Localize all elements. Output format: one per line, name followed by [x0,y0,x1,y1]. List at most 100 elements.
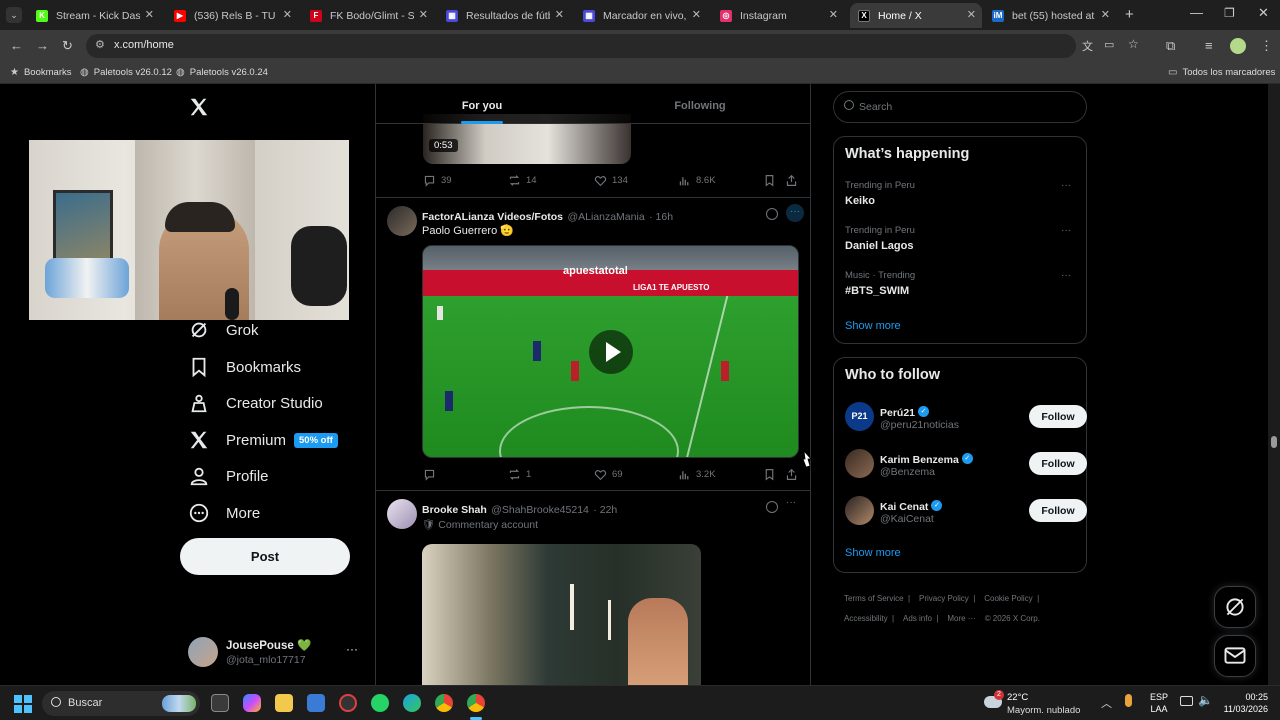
site-info-icon[interactable]: ⚙ [95,38,105,51]
follow-suggestion[interactable]: Karim Benzema ✓ @Benzema Follow [845,447,1087,483]
replies-action[interactable] [423,468,441,481]
post[interactable]: Brooke Shah @ShahBrooke45214 · 22h ··· 🛡… [376,491,810,685]
suggestion-avatar[interactable] [845,496,874,525]
nav-item-bookmarks[interactable]: Bookmarks [188,356,301,378]
grok-floating-button[interactable] [1214,586,1256,628]
address-bar[interactable]: ⚙ x.com/home 文 ▭ ☆ [86,34,1139,58]
close-tab-icon[interactable]: ✕ [555,8,564,21]
language-indicator[interactable]: ESP LAA [1150,691,1168,715]
edge-icon[interactable] [403,694,421,712]
post-button[interactable]: Post [180,538,350,575]
follow-button[interactable]: Follow [1029,452,1087,475]
forward-icon[interactable]: → [36,38,49,53]
reposts-action[interactable]: 1 [508,468,531,481]
back-icon[interactable]: ← [10,38,23,53]
media-control-icon[interactable]: ≡ [1205,38,1213,53]
more-dots-icon[interactable]: ··· [346,642,358,656]
show-more-link[interactable]: Show more [845,320,901,332]
app-icon[interactable] [339,694,357,712]
store-icon[interactable] [307,694,325,712]
ads-info-link[interactable]: Ads info [903,614,932,623]
post[interactable]: FactorALianza Videos/Fotos @ALianzaMania… [376,198,810,488]
search-box[interactable]: Search [833,91,1087,123]
nav-item-grok[interactable]: Grok [188,319,259,341]
close-tab-icon[interactable]: ✕ [419,8,428,21]
bookmark-item[interactable]: ◍ Paletools v26.0.12 [80,67,172,78]
translate-icon[interactable]: 文 [1082,38,1093,54]
tray-overflow-icon[interactable]: ︿ [1101,695,1112,711]
all-bookmarks-folder[interactable]: ▭ Todos los marcadores [1168,67,1275,78]
suggestion-name[interactable]: Kai Cenat [880,501,928,513]
profile-avatar[interactable] [1230,38,1246,54]
tab-search-button[interactable]: ⌄ [6,7,22,23]
scrollbar-thumb[interactable] [1271,436,1277,448]
tab-following[interactable]: Following [594,84,806,124]
close-tab-icon[interactable]: ✕ [283,8,292,21]
volume-icon[interactable]: 🔈 [1198,693,1213,707]
terms-link[interactable]: Terms of Service [844,594,904,603]
trend-item[interactable]: Trending in Peru Keiko ··· [845,180,1077,207]
post-time[interactable]: · 22h [593,504,617,516]
author-handle[interactable]: @ShahBrooke45214 [491,504,589,516]
play-button[interactable] [589,330,633,374]
close-window-button[interactable]: ✕ [1258,5,1269,21]
browser-tab[interactable]: X Home / X ✕ [850,3,982,28]
suggestion-name[interactable]: Perú21 [880,407,915,419]
new-tab-button[interactable]: + [1125,6,1134,23]
accessibility-link[interactable]: Accessibility [844,614,888,623]
show-more-link[interactable]: Show more [845,547,901,559]
more-dots-icon[interactable]: ··· [786,204,804,222]
more-dots-icon[interactable]: ··· [1061,225,1071,236]
copilot-icon[interactable] [243,694,261,712]
likes-action[interactable]: 69 [594,468,623,481]
views-action[interactable]: 8.6K [678,174,716,187]
nav-item-premium[interactable]: Premium [188,429,286,451]
browser-menu-icon[interactable]: ⋮ [1260,38,1273,54]
follow-button[interactable]: Follow [1029,499,1087,522]
suggestion-name[interactable]: Karim Benzema [880,454,959,466]
share-action[interactable] [785,468,798,481]
more-dots-icon[interactable]: ··· [1061,180,1071,191]
task-view-icon[interactable] [211,694,229,712]
chrome-icon[interactable] [435,694,453,712]
maximize-button[interactable]: ❐ [1224,6,1235,20]
nav-item-profile[interactable]: Profile [188,465,269,487]
more-link[interactable]: More ··· [947,614,975,623]
browser-tab[interactable]: K Stream - Kick Dashbo ✕ [28,3,160,28]
author-name[interactable]: FactorALianza Videos/Fotos [422,211,563,223]
bookmark-action[interactable] [763,174,776,187]
bookmark-item[interactable]: ◍ Paletools v26.0.24 [176,67,268,78]
author-name[interactable]: Brooke Shah [422,504,487,516]
reload-icon[interactable]: ↻ [62,38,73,54]
messages-floating-button[interactable] [1214,635,1256,677]
suggestion-avatar[interactable] [845,449,874,478]
author-handle[interactable]: @ALianzaMania [567,211,644,223]
follow-suggestion[interactable]: P21 Perú21 ✓ @peru21noticias Follow [845,400,1087,436]
nav-item-more[interactable]: More [188,502,260,524]
windows-start-icon[interactable] [14,695,32,713]
browser-tab[interactable]: ▦ Marcador en vivo, cal ✕ [575,3,707,28]
page-scrollbar[interactable] [1268,84,1280,685]
share-action[interactable] [785,174,798,187]
close-tab-icon[interactable]: ✕ [967,8,976,21]
likes-action[interactable]: 134 [594,174,628,187]
bookmark-item[interactable]: ★ Bookmarks [10,67,71,78]
follow-button[interactable]: Follow [1029,405,1087,428]
more-dots-icon[interactable]: ··· [786,497,796,508]
trend-item[interactable]: Music · Trending #BTS_SWIM ··· [845,270,1077,297]
close-tab-icon[interactable]: ✕ [692,8,701,21]
file-explorer-icon[interactable] [275,694,293,712]
author-avatar[interactable] [387,499,417,529]
chrome-active-icon[interactable] [467,694,485,712]
close-tab-icon[interactable]: ✕ [1101,8,1110,21]
post-image[interactable] [422,544,701,685]
cookie-link[interactable]: Cookie Policy [984,594,1032,603]
post-time[interactable]: · 16h [649,211,673,223]
taskbar-search[interactable]: Buscar [42,691,200,716]
grok-icon[interactable] [766,208,778,220]
tab-for-you[interactable]: For you [376,84,588,124]
suggestion-avatar[interactable]: P21 [845,402,874,431]
microphone-icon[interactable] [1125,694,1132,707]
grok-icon[interactable] [766,501,778,513]
browser-tab[interactable]: ▦ Resultados de fútbol a ✕ [438,3,570,28]
